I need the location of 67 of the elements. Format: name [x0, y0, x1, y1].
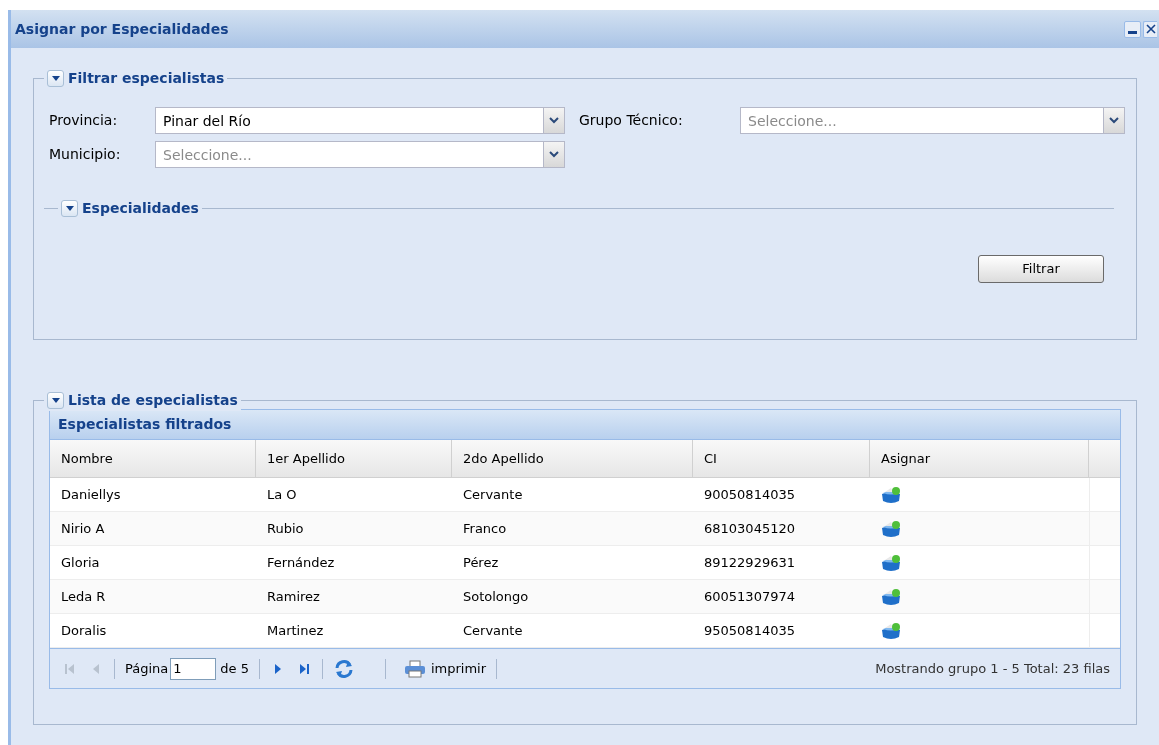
table-cell-text: Ramirez — [267, 587, 320, 606]
minimize-button[interactable] — [1124, 20, 1141, 38]
combo-placeholder: Seleccione... — [748, 112, 837, 131]
collapse-toggle[interactable] — [61, 200, 78, 217]
print-button[interactable]: imprimir — [403, 658, 487, 679]
assign-box-icon[interactable] — [881, 553, 901, 572]
table-cell-text: Rubio — [267, 519, 304, 538]
column-header[interactable]: 1er Apellido — [256, 440, 452, 477]
last-page-icon — [297, 662, 310, 675]
table-cell-text: Fernández — [267, 553, 335, 572]
table-cell-text: Sotolongo — [463, 587, 529, 606]
table-cell-text: Nirio A — [61, 519, 105, 538]
fieldset-legend: Lista de especialistas — [68, 390, 238, 411]
column-header[interactable]: Nombre — [50, 440, 256, 477]
table-cell-text: 60051307974 — [704, 587, 795, 606]
assign-box-icon[interactable] — [881, 621, 901, 640]
table-cell-text: Gloria — [61, 553, 100, 572]
chevron-down-icon — [549, 151, 559, 158]
column-header[interactable]: Asignar — [870, 440, 1089, 477]
select-field[interactable]: Seleccione... — [740, 107, 1125, 134]
page-input[interactable]: 1 — [170, 657, 217, 680]
table-cell-text: Franco — [463, 519, 507, 538]
table-cell-text: 90050814035 — [704, 485, 795, 504]
collapse-toggle[interactable] — [47, 392, 64, 409]
table-cell-text: 95050814035 — [704, 621, 795, 640]
chevron-down-icon — [549, 117, 559, 124]
table-cell-text: Cervante — [463, 621, 523, 640]
combo-value: Pinar del Río — [163, 112, 251, 131]
window-title: Asignar por Especialidades — [15, 19, 230, 39]
close-icon — [1145, 24, 1156, 34]
assign-box-icon[interactable] — [881, 519, 901, 538]
close-button[interactable] — [1143, 20, 1157, 38]
table-cell-text: Leda R — [61, 587, 106, 606]
field-label: Municipio: — [49, 145, 122, 164]
table-cell-text: Martinez — [267, 621, 324, 640]
chevron-down-icon — [1109, 117, 1119, 124]
table-cell-text: Pérez — [463, 553, 499, 572]
first-page-icon — [64, 662, 76, 675]
table-cell-text: La O — [267, 485, 297, 504]
table-cell-text: Cervante — [463, 485, 523, 504]
combo-placeholder: Seleccione... — [163, 146, 252, 165]
fieldset-legend: Especialidades — [82, 198, 199, 219]
table-cell-text: Doralis — [61, 621, 107, 640]
fieldset-legend: Filtrar especialistas — [68, 68, 225, 89]
grid-title: Especialistas filtrados — [58, 415, 232, 434]
field-label: Grupo Técnico: — [579, 111, 684, 130]
table-cell-text: 68103045120 — [704, 519, 795, 538]
minimize-icon — [1128, 30, 1137, 34]
table-cell-text: 89122929631 — [704, 553, 795, 572]
refresh-icon — [333, 658, 354, 679]
field-label: Provincia: — [49, 111, 119, 130]
assign-box-icon[interactable] — [881, 587, 901, 606]
select-field[interactable]: Seleccione... — [155, 141, 565, 168]
column-header[interactable]: CI — [693, 440, 870, 477]
caret-down-icon — [51, 76, 60, 81]
collapse-toggle[interactable] — [47, 70, 64, 87]
column-header[interactable]: 2do Apellido — [452, 440, 693, 477]
assign-box-icon[interactable] — [881, 485, 901, 504]
select-field[interactable]: Pinar del Río — [155, 107, 565, 134]
caret-down-icon — [65, 206, 74, 211]
paging-summary: Mostrando grupo 1 - 5 Total: 23 filas — [875, 659, 1110, 678]
filter-button[interactable]: Filtrar — [978, 255, 1104, 283]
caret-down-icon — [51, 398, 60, 403]
page-label: Página — [125, 659, 169, 678]
page-count: de 5 — [220, 659, 249, 678]
printer-icon — [403, 659, 426, 678]
table-cell-text: Daniellys — [61, 485, 121, 504]
